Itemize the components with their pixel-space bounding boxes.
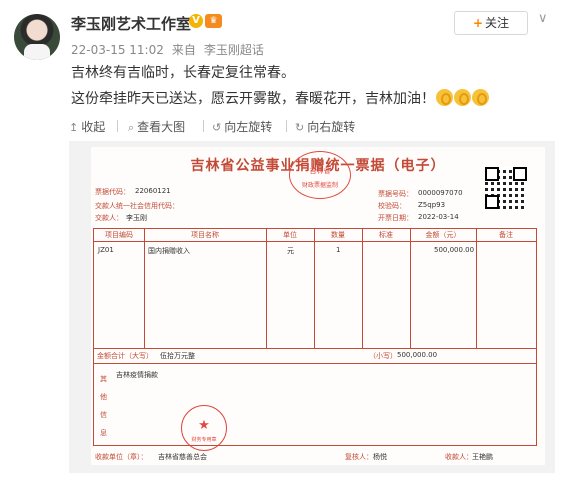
- col-header: 标准: [379, 231, 393, 239]
- table-col-rule: [266, 229, 267, 348]
- col-header: 单位: [283, 231, 297, 239]
- small-label: （小写）: [369, 352, 397, 360]
- seal-top-text: 吉林省: [309, 167, 331, 175]
- payee-value: 王艳鹏: [472, 453, 493, 461]
- collapse-button[interactable]: ↥ 收起: [69, 118, 105, 135]
- number-value: 0000097070: [418, 189, 463, 197]
- payer-value: 李玉刚: [126, 214, 147, 222]
- rotate-left-label: 向左旋转: [224, 120, 273, 134]
- check-label: 校验码：: [378, 202, 406, 210]
- collector-label: 收款单位（章）：: [95, 453, 148, 461]
- notes-value: 吉林疫情捐款: [116, 371, 158, 379]
- col-header: 备注: [499, 231, 513, 239]
- collapse-label: 收起: [81, 120, 106, 134]
- reviewer-value: 杨悦: [373, 453, 387, 461]
- table-rule: [94, 241, 536, 242]
- payee-label: 收款人：: [445, 453, 473, 461]
- rotate-right-icon: ↻: [295, 121, 305, 134]
- verified-badge-icon: V: [189, 14, 203, 28]
- check-value: Z5qp93: [418, 201, 446, 209]
- post-text-line-2: 这份牵挂昨天已送达，愿云开雾散，春暖花开，吉林加油！: [71, 88, 489, 108]
- strong-arm-emoji-icon: [454, 89, 471, 106]
- col-header: 数量: [331, 231, 345, 239]
- follow-button[interactable]: + 关注: [454, 11, 528, 35]
- post-text-line-2-text: 这份牵挂昨天已送达，愿云开雾散，春暖花开，吉林加油！: [71, 91, 435, 107]
- rotate-left-icon: ↺: [212, 121, 222, 134]
- table-col-rule: [144, 229, 145, 348]
- row-name: 国内捐赠收入: [148, 247, 190, 255]
- table-col-rule: [476, 229, 477, 348]
- seal-bottom-sub: 财务专用章: [191, 437, 217, 443]
- member-crown-icon: ♛: [205, 14, 222, 28]
- view-large-button[interactable]: ⌕ 查看大图: [128, 118, 185, 135]
- collector-value: 吉林省慈善总会: [158, 453, 207, 461]
- row-code: JZ01: [98, 246, 114, 254]
- code-value: 22060121: [135, 187, 171, 195]
- table-col-rule: [362, 229, 363, 348]
- table-rule: [94, 363, 536, 364]
- seal-star-icon: ★: [198, 418, 210, 433]
- col-header: 项目编码: [105, 231, 133, 239]
- row-qty: 1: [336, 246, 341, 254]
- avatar[interactable]: [14, 14, 60, 60]
- small-value: 500,000.00: [397, 351, 438, 359]
- receipt-table: 项目编码 项目名称 单位 数量 标准 金额（元） 备注 JZ01 国内捐赠收入 …: [93, 228, 537, 446]
- table-col-rule: [410, 229, 411, 348]
- payer-label: 交款人：: [95, 214, 123, 222]
- date-label: 开票日期：: [378, 214, 413, 222]
- code-label: 票据代码：: [95, 188, 130, 196]
- image-actions-bar: ↥ 收起 ⌕ 查看大图 ↺ 向左旋转 ↻ 向右旋转: [69, 118, 369, 138]
- strong-arm-emoji-icon: [472, 89, 489, 106]
- number-label: 票据号码：: [378, 190, 413, 198]
- divider: [117, 120, 118, 132]
- reviewer-label: 复核人：: [345, 453, 373, 461]
- magnifier-icon: ⌕: [128, 121, 135, 134]
- col-header: 金额（元）: [425, 231, 461, 239]
- col-header: 项目名称: [191, 231, 219, 239]
- source-link[interactable]: 李玉刚超话: [204, 43, 264, 57]
- seal-top-sub: 财政票据监制: [301, 182, 338, 189]
- divider: [203, 120, 204, 132]
- payer-id-label: 交款人统一社会信用代码：: [95, 202, 179, 210]
- total-label: 金额合计（大写）: [97, 352, 153, 360]
- more-options-icon[interactable]: ∨: [538, 11, 548, 26]
- follow-label: 关注: [485, 16, 510, 30]
- row-unit: 元: [287, 247, 294, 255]
- author-name[interactable]: 李玉刚艺术工作室: [71, 13, 191, 34]
- finance-seal-top: 吉林省 财政票据监制: [289, 151, 351, 199]
- view-large-label: 查看大图: [137, 120, 186, 134]
- post-time[interactable]: 22-03-15 11:02: [71, 43, 164, 57]
- notes-label: 其他信息: [100, 375, 107, 437]
- table-rule: [94, 348, 536, 349]
- rotate-left-button[interactable]: ↺ 向左旋转: [212, 118, 272, 135]
- post-meta: 22-03-15 11:02 来自 李玉刚超话: [71, 41, 264, 58]
- row-amount: 500,000.00: [434, 246, 475, 254]
- post-text-line-1: 吉林终有吉临时，长春定复往常春。: [71, 65, 295, 81]
- plus-icon: +: [472, 16, 484, 30]
- source-prefix: 来自: [171, 43, 196, 57]
- table-col-rule: [314, 229, 315, 348]
- rotate-right-button[interactable]: ↻ 向右旋转: [295, 118, 355, 135]
- strong-arm-emoji-icon: [436, 89, 453, 106]
- qr-code-icon: [485, 167, 527, 209]
- avatar-figure: [24, 44, 50, 60]
- total-upper: 伍拾万元整: [160, 352, 195, 360]
- rotate-right-label: 向右旋转: [307, 120, 356, 134]
- up-arrow-icon: ↥: [69, 121, 79, 134]
- charity-seal: ★ 财务专用章: [181, 405, 227, 451]
- divider: [286, 120, 287, 132]
- date-value: 2022-03-14: [418, 213, 459, 221]
